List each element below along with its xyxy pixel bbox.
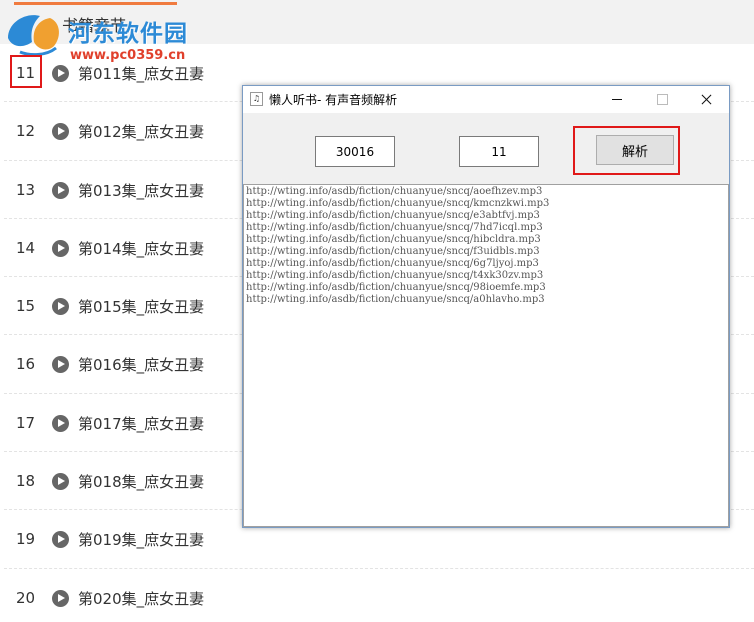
play-icon[interactable] bbox=[52, 298, 69, 316]
play-icon[interactable] bbox=[52, 239, 69, 257]
url-line: http://wting.info/asdb/fiction/chuanyue/… bbox=[246, 246, 540, 257]
chapter-number: 15 bbox=[16, 297, 36, 316]
dialog-titlebar[interactable]: ♫ 懒人听书- 有声音频解析 bbox=[243, 86, 729, 113]
minimize-button[interactable] bbox=[595, 86, 641, 113]
play-icon[interactable] bbox=[52, 473, 69, 491]
chapter-title[interactable]: 第013集_庶女丑妻 bbox=[78, 180, 204, 201]
play-icon[interactable] bbox=[52, 414, 69, 432]
play-icon[interactable] bbox=[52, 531, 69, 549]
chapter-title[interactable]: 第019集_庶女丑妻 bbox=[78, 529, 204, 550]
url-line: http://wting.info/asdb/fiction/chuanyue/… bbox=[246, 210, 540, 221]
maximize-button[interactable] bbox=[639, 86, 685, 113]
chapter-number: 12 bbox=[16, 122, 36, 141]
book-id-input[interactable] bbox=[315, 136, 395, 167]
app-music-icon: ♫ bbox=[250, 92, 263, 106]
chapter-title[interactable]: 第011集_庶女丑妻 bbox=[78, 63, 204, 84]
play-icon[interactable] bbox=[52, 181, 69, 199]
url-line: http://wting.info/asdb/fiction/chuanyue/… bbox=[246, 282, 546, 293]
chapter-number: 19 bbox=[16, 530, 36, 549]
chapter-number: 20 bbox=[16, 588, 36, 607]
play-icon[interactable] bbox=[52, 65, 69, 82]
url-line: http://wting.info/asdb/fiction/chuanyue/… bbox=[246, 186, 543, 197]
url-line: http://wting.info/asdb/fiction/chuanyue/… bbox=[246, 198, 550, 209]
url-line: http://wting.info/asdb/fiction/chuanyue/… bbox=[246, 234, 541, 245]
url-line: http://wting.info/asdb/fiction/chuanyue/… bbox=[246, 270, 544, 281]
play-icon[interactable] bbox=[52, 123, 69, 141]
chapter-input[interactable] bbox=[459, 136, 539, 167]
chapter-number: 16 bbox=[16, 355, 36, 374]
parser-dialog: ♫ 懒人听书- 有声音频解析 解析 http://wting.info/asdb… bbox=[242, 85, 730, 528]
play-icon[interactable] bbox=[52, 589, 69, 607]
chapter-row[interactable]: 20 第020集_庶女丑妻 bbox=[4, 569, 754, 622]
chapter-number: 17 bbox=[16, 413, 36, 432]
chapter-number: 13 bbox=[16, 180, 36, 199]
play-icon[interactable] bbox=[52, 356, 69, 374]
chapter-title[interactable]: 第014集_庶女丑妻 bbox=[78, 238, 204, 259]
highlight-box bbox=[10, 55, 42, 88]
chapter-title[interactable]: 第015集_庶女丑妻 bbox=[78, 296, 204, 317]
url-line: http://wting.info/asdb/fiction/chuanyue/… bbox=[246, 222, 543, 233]
chapter-number: 18 bbox=[16, 472, 36, 491]
watermark-name: 河东软件园 bbox=[68, 21, 188, 47]
chapter-title[interactable]: 第020集_庶女丑妻 bbox=[78, 588, 204, 609]
chapter-title[interactable]: 第017集_庶女丑妻 bbox=[78, 413, 204, 434]
highlight-box bbox=[573, 126, 680, 175]
close-button[interactable] bbox=[683, 86, 729, 113]
url-line: http://wting.info/asdb/fiction/chuanyue/… bbox=[246, 258, 539, 269]
chapter-number: 14 bbox=[16, 238, 36, 257]
chapter-title[interactable]: 第016集_庶女丑妻 bbox=[78, 354, 204, 375]
chapter-title[interactable]: 第012集_庶女丑妻 bbox=[78, 121, 204, 142]
dialog-title: 懒人听书- 有声音频解析 bbox=[269, 93, 398, 107]
url-line: http://wting.info/asdb/fiction/chuanyue/… bbox=[246, 294, 545, 305]
url-output-textarea[interactable]: http://wting.info/asdb/fiction/chuanyue/… bbox=[243, 184, 729, 527]
chapter-title[interactable]: 第018集_庶女丑妻 bbox=[78, 471, 204, 492]
